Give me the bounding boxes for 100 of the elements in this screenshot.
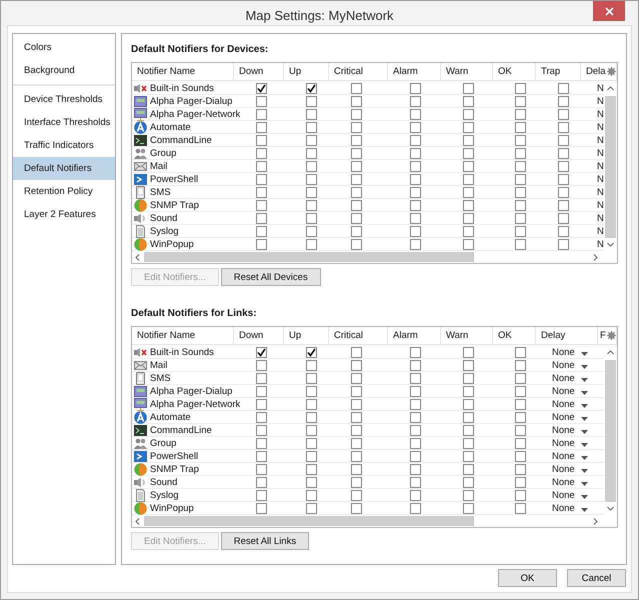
caret-icon[interactable] — [580, 416, 588, 420]
checkbox[interactable] — [306, 122, 317, 132]
checkbox[interactable] — [306, 108, 317, 120]
scroll-up-icon[interactable] — [606, 84, 615, 93]
checkbox[interactable] — [463, 398, 474, 410]
checkbox[interactable] — [410, 450, 421, 462]
checkbox[interactable] — [558, 96, 569, 106]
caret-icon[interactable] — [580, 482, 588, 486]
checkbox[interactable] — [256, 122, 267, 132]
checkbox[interactable] — [463, 360, 474, 370]
checkbox[interactable] — [306, 200, 317, 210]
checkbox[interactable] — [351, 238, 362, 250]
checkbox[interactable] — [410, 360, 421, 370]
column-header[interactable]: Down — [239, 330, 264, 341]
checkbox[interactable] — [515, 438, 526, 448]
checkbox[interactable] — [256, 438, 267, 448]
checkbox[interactable] — [515, 360, 526, 370]
checkbox[interactable] — [256, 476, 267, 488]
checkbox[interactable] — [256, 226, 267, 236]
checkbox[interactable] — [463, 412, 474, 422]
checkbox[interactable] — [351, 148, 362, 158]
checkbox[interactable] — [256, 174, 267, 184]
checkbox[interactable] — [410, 490, 421, 500]
checkbox[interactable] — [351, 386, 362, 396]
checkbox[interactable] — [256, 160, 267, 172]
checkbox[interactable] — [306, 476, 317, 488]
checkbox[interactable] — [515, 96, 526, 106]
checkbox[interactable] — [306, 82, 317, 94]
checkbox[interactable] — [463, 490, 474, 500]
column-header[interactable]: Warn — [446, 66, 468, 77]
checkbox[interactable] — [410, 438, 421, 448]
checkbox[interactable] — [256, 386, 267, 396]
ok-button[interactable]: OK — [498, 569, 557, 587]
checkbox[interactable] — [306, 212, 317, 224]
checkbox[interactable] — [515, 450, 526, 462]
checkbox[interactable] — [351, 200, 362, 210]
checkbox[interactable] — [515, 200, 526, 210]
checkbox[interactable] — [410, 398, 421, 410]
checkbox[interactable] — [463, 108, 474, 120]
checkbox[interactable] — [515, 174, 526, 184]
checkbox[interactable] — [410, 148, 421, 158]
checkbox[interactable] — [256, 108, 267, 120]
checkbox[interactable] — [515, 490, 526, 500]
checkbox[interactable] — [558, 212, 569, 224]
checkbox[interactable] — [463, 238, 474, 250]
checkbox[interactable] — [306, 412, 317, 422]
checkbox[interactable] — [463, 226, 474, 236]
checkbox[interactable] — [410, 424, 421, 436]
checkbox[interactable] — [306, 464, 317, 474]
checkbox[interactable] — [410, 174, 421, 184]
column-header[interactable]: Notifier Name — [137, 66, 196, 77]
checkbox[interactable] — [256, 490, 267, 500]
checkbox[interactable] — [558, 108, 569, 120]
checkbox[interactable] — [515, 398, 526, 410]
checkbox[interactable] — [410, 200, 421, 210]
checkbox[interactable] — [410, 82, 421, 94]
caret-icon[interactable] — [580, 430, 588, 434]
column-header[interactable]: Critical — [334, 66, 364, 77]
checkbox[interactable] — [515, 412, 526, 422]
checkbox[interactable] — [410, 238, 421, 250]
checkbox[interactable] — [410, 226, 421, 236]
checkbox[interactable] — [410, 212, 421, 224]
sidebar-item[interactable]: Layer 2 Features — [13, 203, 115, 226]
delay-value[interactable]: None — [552, 412, 575, 422]
checkbox[interactable] — [410, 346, 421, 358]
reset-button[interactable]: Reset All Links — [220, 532, 310, 550]
column-header[interactable]: F — [600, 330, 606, 341]
checkbox[interactable] — [256, 186, 267, 198]
column-header[interactable]: Trap — [541, 66, 560, 77]
sidebar-item[interactable]: Traffic Indicators — [13, 134, 115, 157]
column-header[interactable]: Critical — [334, 330, 364, 341]
caret-icon[interactable] — [580, 364, 588, 368]
checkbox[interactable] — [351, 360, 362, 370]
column-header[interactable]: Alarm — [393, 66, 418, 77]
checkbox[interactable] — [463, 450, 474, 462]
checkbox[interactable] — [558, 200, 569, 210]
checkbox[interactable] — [463, 134, 474, 146]
checkbox[interactable] — [351, 464, 362, 474]
checkbox[interactable] — [351, 372, 362, 384]
checkbox[interactable] — [410, 186, 421, 198]
checkbox[interactable] — [306, 346, 317, 358]
checkbox[interactable] — [306, 438, 317, 448]
checkbox[interactable] — [306, 398, 317, 410]
checkbox[interactable] — [256, 212, 267, 224]
delay-value[interactable]: None — [552, 346, 575, 358]
checkbox[interactable] — [558, 82, 569, 94]
checkbox[interactable] — [306, 490, 317, 500]
scroll-down-icon[interactable] — [606, 504, 615, 513]
delay-value[interactable]: None — [552, 464, 575, 474]
column-header[interactable]: Delay — [541, 330, 566, 341]
column-header[interactable]: Alarm — [393, 330, 418, 341]
checkbox[interactable] — [256, 200, 267, 210]
checkbox[interactable] — [410, 476, 421, 488]
checkbox[interactable] — [351, 134, 362, 146]
column-header[interactable]: Notifier Name — [137, 330, 196, 341]
checkbox[interactable] — [515, 372, 526, 384]
checkbox[interactable] — [463, 148, 474, 158]
checkbox[interactable] — [463, 424, 474, 436]
checkbox[interactable] — [558, 122, 569, 132]
scroll-down-icon[interactable] — [606, 240, 615, 249]
